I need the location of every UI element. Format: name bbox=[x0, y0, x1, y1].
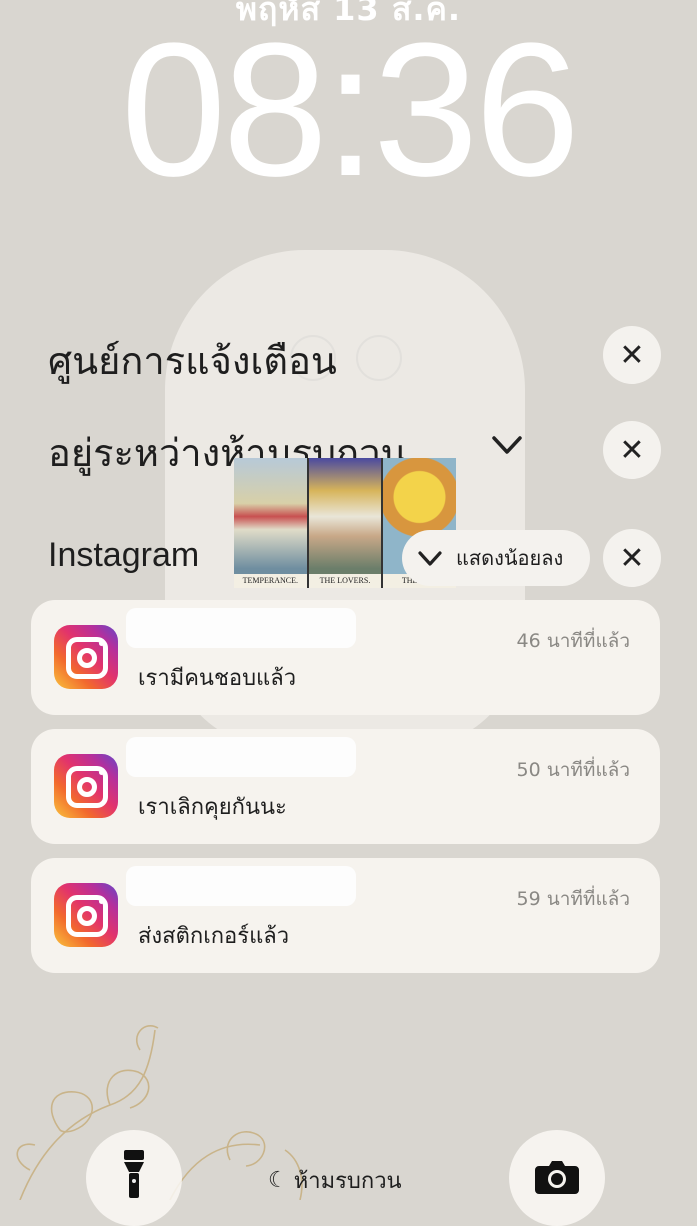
close-instagram-group-button[interactable]: ✕ bbox=[603, 529, 661, 587]
redacted-sender bbox=[126, 866, 356, 906]
app-group-title: Instagram bbox=[48, 536, 200, 574]
camera-icon bbox=[535, 1161, 579, 1194]
redacted-sender bbox=[126, 737, 356, 777]
notification-card[interactable]: 59 นาทีที่แล้ว ส่งสติกเกอร์แล้ว bbox=[31, 858, 660, 973]
instagram-icon bbox=[54, 754, 118, 818]
close-icon: ✕ bbox=[619, 540, 645, 576]
lock-time: 08:36 bbox=[120, 4, 580, 216]
flashlight-button[interactable] bbox=[86, 1130, 182, 1226]
camera-button[interactable] bbox=[509, 1130, 605, 1226]
chevron-down-icon[interactable] bbox=[490, 428, 524, 462]
notification-center-title: ศูนย์การแจ้งเตือน bbox=[48, 339, 337, 383]
notification-message: เราเลิกคุยกันนะ bbox=[138, 795, 287, 820]
tarot-card-label: TEMPERANCE. bbox=[234, 574, 307, 588]
notification-time: 50 นาทีที่แล้ว bbox=[516, 759, 630, 781]
focus-mode-label: ห้ามรบกวน bbox=[293, 1169, 402, 1194]
notification-time: 59 นาทีที่แล้ว bbox=[516, 888, 630, 910]
notification-time: 46 นาทีที่แล้ว bbox=[516, 630, 630, 652]
focus-mode-indicator[interactable]: ☾ ห้ามรบกวน bbox=[268, 1163, 402, 1198]
close-dnd-button[interactable]: ✕ bbox=[603, 421, 661, 479]
notification-message: ส่งสติกเกอร์แล้ว bbox=[138, 924, 290, 949]
tarot-card-temperance: TEMPERANCE. bbox=[234, 458, 307, 588]
notification-card[interactable]: 50 นาทีที่แล้ว เราเลิกคุยกันนะ bbox=[31, 729, 660, 844]
moon-icon: ☾ bbox=[268, 1168, 288, 1193]
tarot-card-lovers: THE LOVERS. bbox=[308, 458, 382, 588]
notification-message: เรามีคนชอบแล้ว bbox=[138, 666, 297, 691]
tarot-card-label: THE LOVERS. bbox=[308, 574, 382, 588]
instagram-icon bbox=[54, 625, 118, 689]
redacted-sender bbox=[126, 608, 356, 648]
close-notification-center-button[interactable]: ✕ bbox=[603, 326, 661, 384]
instagram-icon bbox=[54, 883, 118, 947]
flashlight-icon bbox=[124, 1150, 144, 1198]
show-less-button[interactable]: แสดงน้อยลง bbox=[402, 530, 590, 586]
notification-card[interactable]: 46 นาทีที่แล้ว เรามีคนชอบแล้ว bbox=[31, 600, 660, 715]
chevron-down-icon bbox=[418, 551, 442, 566]
show-less-label: แสดงน้อยลง bbox=[456, 546, 564, 570]
close-icon: ✕ bbox=[619, 432, 645, 468]
close-icon: ✕ bbox=[619, 337, 645, 373]
